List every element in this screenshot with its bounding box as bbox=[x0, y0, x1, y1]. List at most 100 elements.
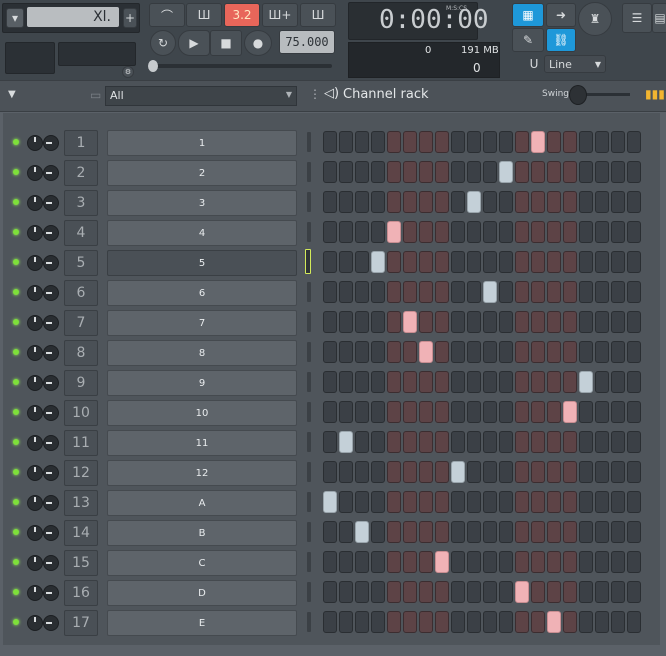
step-button[interactable] bbox=[451, 521, 465, 543]
channel-select-indicator[interactable] bbox=[307, 492, 311, 512]
channel-name-button[interactable]: 2 bbox=[107, 160, 297, 186]
step-button-active[interactable] bbox=[499, 161, 513, 183]
step-button[interactable] bbox=[323, 251, 337, 273]
step-button[interactable] bbox=[323, 161, 337, 183]
step-button[interactable] bbox=[611, 491, 625, 513]
link-icon[interactable]: ⛓ bbox=[546, 28, 576, 52]
mute-led[interactable] bbox=[13, 319, 19, 325]
mixer-track-number[interactable]: 14 bbox=[64, 520, 98, 546]
stamp-icon[interactable]: ♜ bbox=[578, 2, 612, 36]
step-button[interactable] bbox=[499, 371, 513, 393]
step-button[interactable] bbox=[419, 191, 433, 213]
step-button[interactable] bbox=[323, 341, 337, 363]
step-button[interactable] bbox=[627, 611, 641, 633]
step-button[interactable] bbox=[371, 161, 385, 183]
step-button[interactable] bbox=[611, 131, 625, 153]
step-button[interactable] bbox=[499, 431, 513, 453]
step-button[interactable] bbox=[467, 161, 481, 183]
pan-knob[interactable] bbox=[43, 465, 59, 481]
step-button[interactable] bbox=[515, 521, 529, 543]
step-button[interactable] bbox=[387, 611, 401, 633]
step-button[interactable] bbox=[547, 251, 561, 273]
step-button[interactable] bbox=[371, 371, 385, 393]
step-button[interactable] bbox=[435, 191, 449, 213]
volume-knob[interactable] bbox=[27, 525, 43, 541]
mixer-track-number[interactable]: 13 bbox=[64, 490, 98, 516]
step-button[interactable] bbox=[483, 311, 497, 333]
pan-knob[interactable] bbox=[43, 585, 59, 601]
step-button[interactable] bbox=[371, 581, 385, 603]
mute-led[interactable] bbox=[13, 439, 19, 445]
step-button[interactable] bbox=[483, 341, 497, 363]
step-button[interactable] bbox=[451, 131, 465, 153]
step-button[interactable] bbox=[547, 371, 561, 393]
pan-knob[interactable] bbox=[43, 225, 59, 241]
typing-keyboard-toggle-icon[interactable]: ▦ bbox=[512, 3, 544, 27]
step-button[interactable] bbox=[403, 131, 417, 153]
step-button[interactable] bbox=[579, 131, 593, 153]
step-button[interactable] bbox=[403, 341, 417, 363]
step-button[interactable] bbox=[435, 461, 449, 483]
step-button[interactable] bbox=[547, 401, 561, 423]
step-button-active[interactable] bbox=[515, 581, 529, 603]
step-button[interactable] bbox=[499, 131, 513, 153]
step-button[interactable] bbox=[595, 221, 609, 243]
step-button[interactable] bbox=[339, 191, 353, 213]
step-button[interactable] bbox=[595, 401, 609, 423]
step-button[interactable] bbox=[531, 371, 545, 393]
step-button[interactable] bbox=[499, 581, 513, 603]
channel-select-indicator[interactable] bbox=[307, 582, 311, 602]
pan-knob[interactable] bbox=[43, 345, 59, 361]
step-button[interactable] bbox=[467, 251, 481, 273]
step-button[interactable] bbox=[387, 491, 401, 513]
step-button[interactable] bbox=[579, 551, 593, 573]
mute-led[interactable] bbox=[13, 199, 19, 205]
step-button[interactable] bbox=[563, 341, 577, 363]
step-button[interactable] bbox=[563, 431, 577, 453]
step-button[interactable] bbox=[611, 161, 625, 183]
step-button[interactable] bbox=[579, 611, 593, 633]
step-button[interactable] bbox=[355, 371, 369, 393]
step-button[interactable] bbox=[627, 191, 641, 213]
step-button[interactable] bbox=[515, 161, 529, 183]
step-button[interactable] bbox=[531, 461, 545, 483]
step-button[interactable] bbox=[611, 251, 625, 273]
step-button[interactable] bbox=[451, 581, 465, 603]
channel-select-indicator[interactable] bbox=[307, 222, 311, 242]
step-button[interactable] bbox=[515, 461, 529, 483]
volume-knob[interactable] bbox=[27, 465, 43, 481]
step-button[interactable] bbox=[419, 401, 433, 423]
mute-led[interactable] bbox=[13, 619, 19, 625]
step-button[interactable] bbox=[611, 221, 625, 243]
step-button[interactable] bbox=[435, 131, 449, 153]
channel-select-indicator[interactable] bbox=[307, 552, 311, 572]
step-button[interactable] bbox=[323, 311, 337, 333]
pan-knob[interactable] bbox=[43, 615, 59, 631]
step-button[interactable] bbox=[387, 311, 401, 333]
step-button[interactable] bbox=[419, 461, 433, 483]
step-button[interactable] bbox=[339, 521, 353, 543]
rack-menu-icon[interactable]: ▼ bbox=[8, 89, 16, 100]
step-button[interactable] bbox=[435, 491, 449, 513]
step-button[interactable] bbox=[483, 371, 497, 393]
step-button[interactable] bbox=[531, 311, 545, 333]
playlist-icon[interactable]: ☰ bbox=[622, 3, 652, 33]
step-button[interactable] bbox=[547, 131, 561, 153]
step-button[interactable] bbox=[387, 401, 401, 423]
step-button[interactable] bbox=[339, 311, 353, 333]
pattern-menu-icon[interactable]: ▾ bbox=[6, 8, 24, 28]
step-button[interactable] bbox=[435, 371, 449, 393]
volume-knob[interactable] bbox=[27, 135, 43, 151]
step-button-active[interactable] bbox=[547, 611, 561, 633]
channel-name-button[interactable]: 7 bbox=[107, 310, 297, 336]
step-button[interactable] bbox=[323, 371, 337, 393]
step-button[interactable] bbox=[611, 371, 625, 393]
step-button[interactable] bbox=[387, 431, 401, 453]
step-button[interactable] bbox=[467, 311, 481, 333]
step-button[interactable] bbox=[435, 521, 449, 543]
step-button[interactable] bbox=[531, 491, 545, 513]
step-button-active[interactable] bbox=[579, 371, 593, 393]
step-button[interactable] bbox=[627, 341, 641, 363]
step-button[interactable] bbox=[371, 431, 385, 453]
step-button[interactable] bbox=[467, 551, 481, 573]
